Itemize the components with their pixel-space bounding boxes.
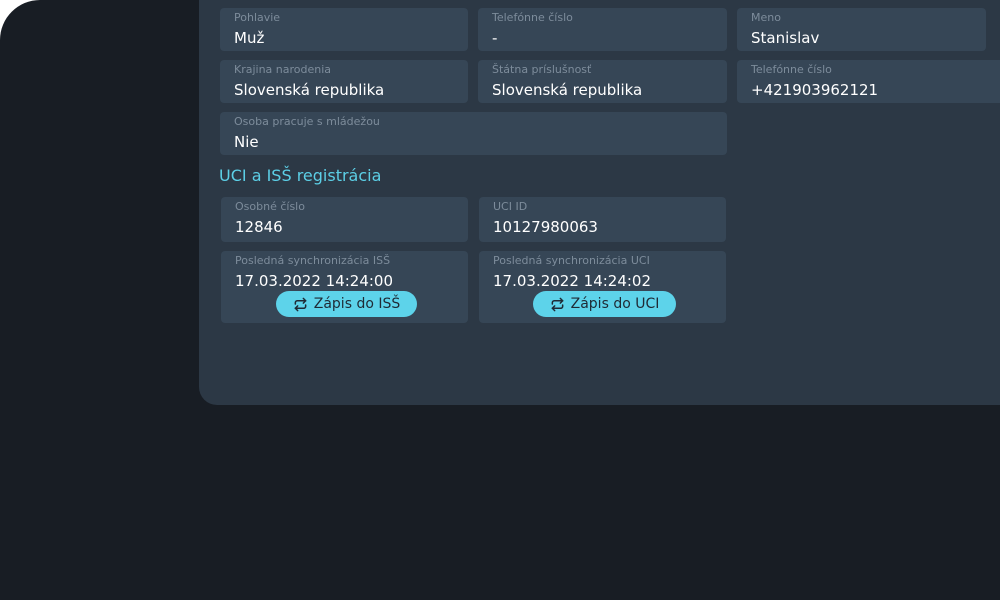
registration-section-title: UCI a ISŠ registrácia (219, 166, 382, 185)
personal-number-field: Osobné číslo 12846 (221, 197, 468, 242)
phone-field-left: Telefónne číslo - (478, 8, 727, 51)
personal-number-label: Osobné číslo (235, 200, 305, 213)
uci-id-label: UCI ID (493, 200, 528, 213)
first-name-field: Meno Stanislav (737, 8, 986, 51)
gender-label: Pohlavie (234, 11, 281, 24)
iss-sync-label: Posledná synchronizácia ISŠ (235, 254, 391, 267)
birth-country-field: Krajina narodenia Slovenská republika (220, 60, 468, 103)
birth-country-value: Slovenská republika (234, 81, 385, 99)
uci-sync-label: Posledná synchronizácia UCI (493, 254, 650, 267)
phone-value-right: +421903962121 (751, 81, 879, 99)
uci-id-field: UCI ID 10127980063 (479, 197, 726, 242)
personal-number-value: 12846 (235, 218, 283, 236)
sync-iss-button-label: Zápis do ISŠ (313, 296, 401, 312)
uci-sync-value: 17.03.2022 14:24:02 (493, 272, 652, 290)
gender-value: Muž (234, 29, 265, 47)
phone-label-left: Telefónne číslo (492, 11, 573, 24)
phone-field-right: Telefónne číslo +421903962121 (737, 60, 1000, 103)
works-with-youth-label: Osoba pracuje s mládežou (234, 115, 380, 128)
birth-country-label: Krajina narodenia (234, 63, 332, 76)
citizenship-field: Štátna príslušnosť Slovenská republika (478, 60, 727, 103)
iss-sync-value: 17.03.2022 14:24:00 (235, 272, 394, 290)
phone-label-right: Telefónne číslo (751, 63, 832, 76)
sync-iss-button[interactable]: Zápis do ISŠ (276, 291, 417, 317)
gender-field: Pohlavie Muž (220, 8, 468, 51)
first-name-label: Meno (751, 11, 781, 24)
works-with-youth-field: Osoba pracuje s mládežou Nie (220, 112, 727, 155)
uci-id-value: 10127980063 (493, 218, 598, 236)
citizenship-label: Štátna príslušnosť (492, 63, 592, 76)
sync-icon (550, 297, 565, 312)
sync-uci-button[interactable]: Zápis do UCI (533, 291, 676, 317)
first-name-value: Stanislav (751, 29, 820, 47)
sync-icon (293, 297, 308, 312)
phone-value-left: - (492, 29, 498, 47)
citizenship-value: Slovenská republika (492, 81, 643, 99)
sync-uci-button-label: Zápis do UCI (570, 296, 660, 312)
works-with-youth-value: Nie (234, 133, 259, 151)
